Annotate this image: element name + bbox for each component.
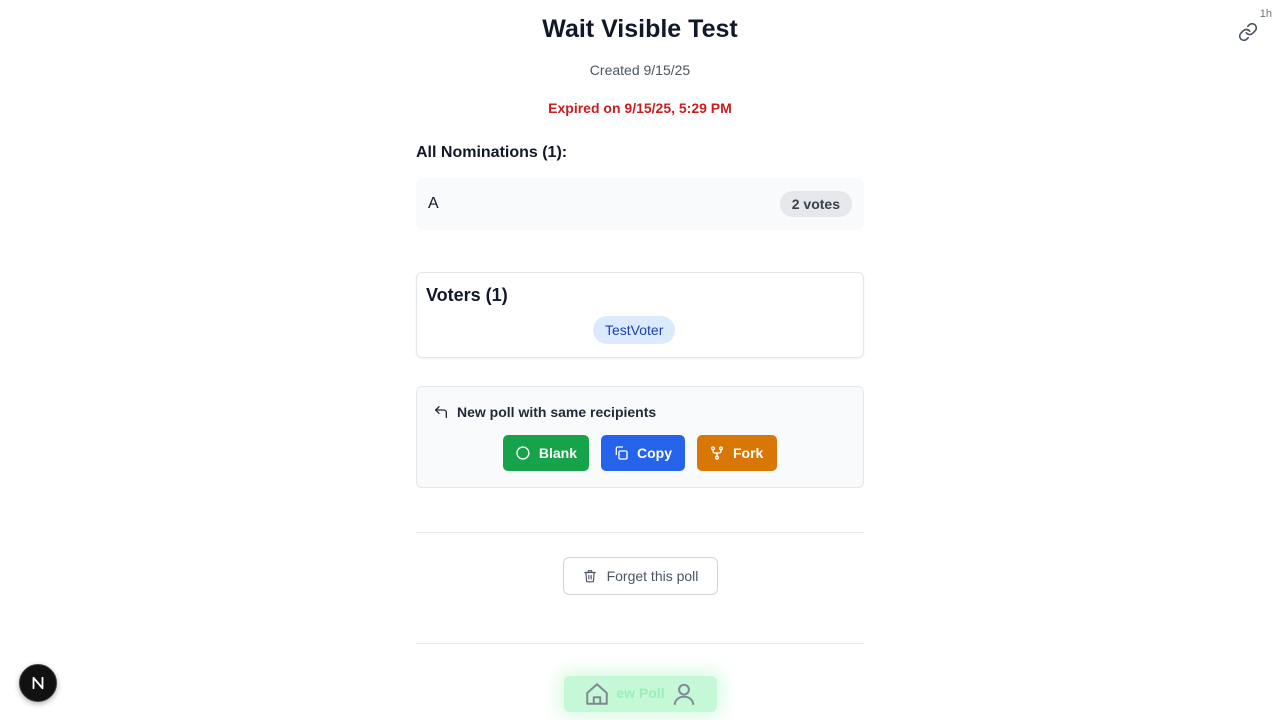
- divider: [416, 643, 864, 644]
- forget-poll-label: Forget this poll: [606, 568, 699, 584]
- new-poll-actions: Blank Copy Fork: [503, 435, 777, 471]
- copy-poll-button[interactable]: Copy: [601, 435, 685, 471]
- new-poll-card: New poll with same recipients Blank Copy…: [416, 386, 864, 488]
- fork-poll-button[interactable]: Fork: [697, 435, 777, 471]
- divider: [416, 532, 864, 533]
- profile-nav-button[interactable]: [671, 681, 697, 707]
- blank-poll-button[interactable]: Blank: [503, 435, 589, 471]
- nominations-heading: All Nominations (1):: [416, 144, 568, 161]
- home-nav-button[interactable]: [584, 681, 610, 707]
- fork-icon: [711, 446, 723, 460]
- user-icon: [673, 683, 695, 705]
- relative-time: 1h: [1259, 8, 1272, 20]
- home-icon: [586, 683, 608, 705]
- forget-poll-button[interactable]: Forget this poll: [563, 557, 718, 595]
- voters-card: Voters (1) TestVoter: [416, 272, 864, 358]
- page-title: Wait Visible Test: [542, 15, 738, 43]
- fork-poll-label: Fork: [733, 445, 764, 461]
- new-poll-heading-label: New poll with same recipients: [457, 404, 657, 420]
- blank-poll-label: Blank: [538, 445, 577, 461]
- trash-icon: [583, 570, 596, 583]
- bottom-nav: ew Poll: [564, 676, 717, 712]
- created-date: Created 9/15/25: [589, 62, 691, 78]
- vote-count-badge: 2 votes: [779, 191, 852, 217]
- copy-icon: [615, 446, 628, 460]
- voter-chip: TestVoter: [593, 316, 676, 344]
- nomination-name: A: [428, 195, 439, 212]
- reply-icon: [435, 406, 447, 418]
- poll-page: 1h Wait Visible Test Created 9/15/25 Exp…: [0, 0, 1280, 720]
- copy-poll-label: Copy: [637, 445, 672, 461]
- expired-notice: Expired on 9/15/25, 5:29 PM: [548, 100, 732, 116]
- link-icon: [1238, 22, 1258, 42]
- circle-icon: [516, 446, 530, 460]
- nomination-row: A 2 votes: [416, 178, 864, 230]
- voters-title: Voters (1): [426, 285, 508, 305]
- next-logo-icon: [32, 676, 44, 690]
- new-poll-heading: New poll with same recipients: [433, 404, 656, 420]
- copy-link-button[interactable]: [1236, 20, 1260, 44]
- next-dev-tools-button[interactable]: [19, 664, 57, 702]
